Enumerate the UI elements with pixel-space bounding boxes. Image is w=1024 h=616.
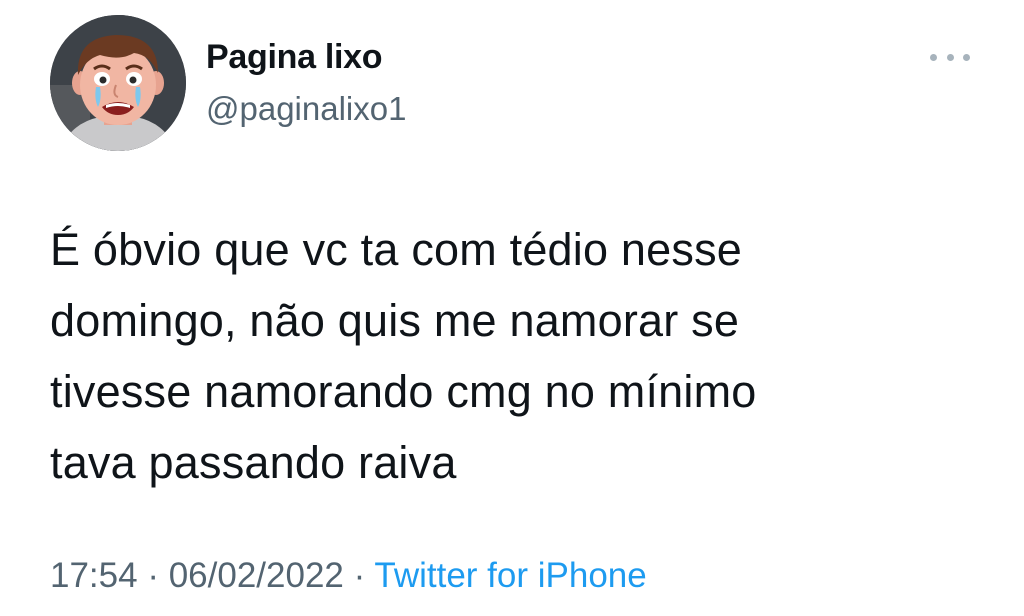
more-options-icon[interactable]: [930, 45, 970, 69]
tweet-source-link[interactable]: Twitter for iPhone: [374, 556, 646, 595]
more-dot: [946, 53, 954, 61]
crying-cartoon-face-icon: [50, 15, 186, 151]
more-dot: [963, 53, 970, 61]
tweet-date[interactable]: 06/02/2022: [169, 556, 344, 595]
tweet-metadata: 17:54 · 06/02/2022 · Twitter for iPhone: [50, 556, 647, 596]
meta-separator: ·: [353, 556, 366, 595]
tweet-time[interactable]: 17:54: [50, 556, 138, 595]
more-dot: [930, 53, 937, 61]
tweet-text: É óbvio que vc ta com tédio nesse doming…: [50, 224, 757, 488]
meta-separator: ·: [147, 556, 159, 595]
author-handle[interactable]: @paginalixo1: [206, 90, 406, 128]
author-avatar[interactable]: [50, 15, 186, 151]
tweet-card: Pagina lixo @paginalixo1 É óbvio que vc …: [0, 0, 1024, 616]
author-name[interactable]: Pagina lixo: [206, 38, 383, 77]
